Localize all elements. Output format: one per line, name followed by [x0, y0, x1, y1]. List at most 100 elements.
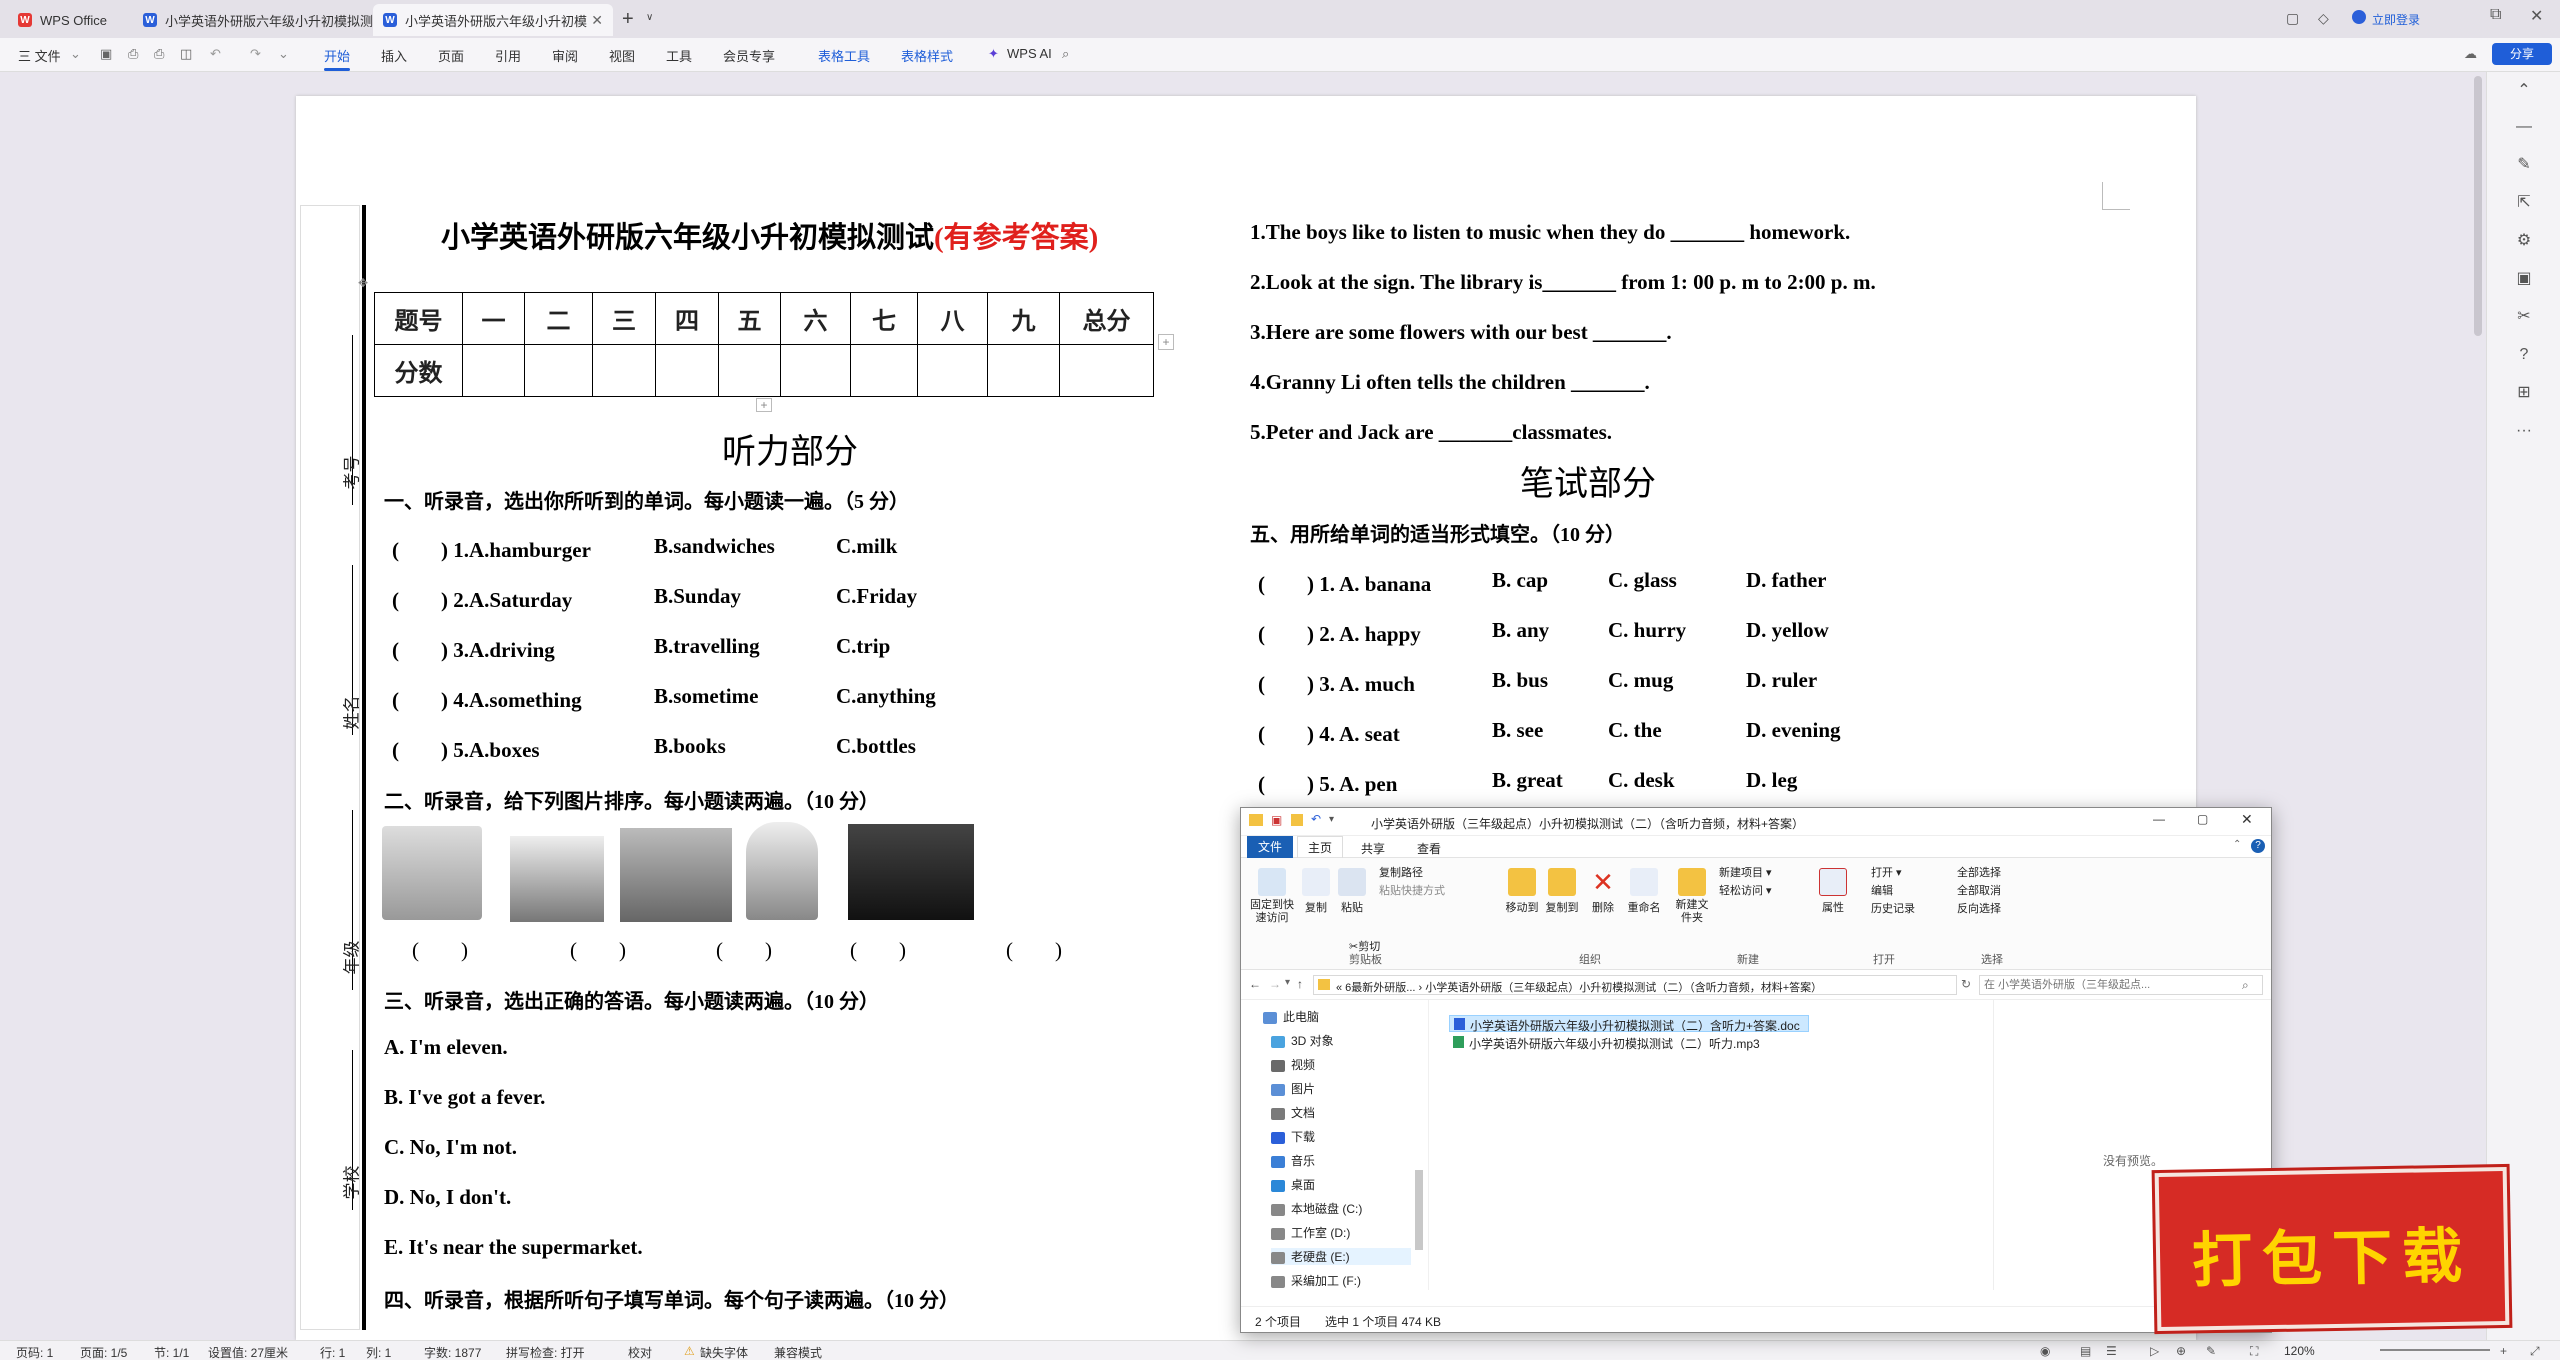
outline-view-icon[interactable]: ☰ — [2106, 1344, 2117, 1358]
move-to-button[interactable]: 移动到 — [1503, 868, 1541, 915]
new-tab-icon[interactable]: + — [622, 8, 634, 31]
select-none-button[interactable]: 全部取消 — [1957, 882, 2001, 898]
table-cell[interactable] — [592, 344, 656, 397]
share-button[interactable]: 分享 — [2492, 43, 2552, 65]
maximize-icon[interactable]: ▢ — [2197, 812, 2208, 826]
history-button[interactable]: 历史记录 — [1871, 900, 1915, 916]
undo-icon[interactable]: ↶ — [210, 46, 221, 62]
help-icon[interactable]: ? — [2515, 346, 2533, 364]
window-icon[interactable]: ▢ — [2286, 10, 2299, 27]
sidebar-item-nav[interactable]: 视频 — [1271, 1056, 1315, 1073]
table-cell[interactable]: 九 — [987, 292, 1060, 345]
status-word-count[interactable]: 字数: 1877 — [424, 1344, 481, 1360]
menu-home[interactable]: 主页 — [1297, 836, 1343, 858]
answer-bracket[interactable]: ( ) — [412, 934, 468, 964]
table-cell[interactable]: 三 — [592, 292, 656, 345]
fit-icon[interactable]: ⛶ — [2250, 1344, 2258, 1359]
close-tab-icon[interactable]: ✕ — [591, 12, 603, 29]
table-cell[interactable] — [917, 344, 988, 397]
delete-button[interactable]: ✕ 删除 — [1587, 868, 1619, 915]
file-row-selected[interactable]: 小学英语外研版六年级小升初模拟测试（二）含听力+答案.doc — [1449, 1015, 1809, 1033]
tab-view[interactable]: 视图 — [609, 46, 635, 65]
copy-button[interactable]: 复制 — [1301, 868, 1331, 915]
vertical-scrollbar[interactable] — [2474, 76, 2482, 336]
table-cell[interactable]: 分数 — [374, 344, 463, 397]
sidebar-item-nav[interactable]: 桌面 — [1271, 1176, 1315, 1193]
paste-button[interactable]: 粘贴 — [1337, 868, 1367, 915]
sidebar-item-nav[interactable]: 老硬盘 (E:) — [1271, 1248, 1411, 1265]
chevron-down-icon[interactable]: ⌄ — [278, 46, 289, 62]
select-all-button[interactable]: 全部选择 — [1957, 864, 2001, 880]
table-cell[interactable] — [987, 344, 1060, 397]
table-cell[interactable]: 题号 — [374, 292, 463, 345]
zoom-level[interactable]: 120% — [2284, 1344, 2315, 1358]
zoom-slider[interactable] — [2380, 1349, 2490, 1351]
wps-ai-button[interactable]: WPS AI — [1007, 46, 1052, 61]
quick-access-icon[interactable]: ▣ — [1271, 813, 1282, 827]
close-icon[interactable]: ✕ — [2241, 811, 2253, 828]
table-move-icon[interactable]: ✥ — [358, 276, 368, 290]
edit-button[interactable]: 编辑 — [1871, 882, 1893, 898]
sidebar-item-nav[interactable]: 3D 对象 — [1271, 1032, 1334, 1049]
search-input[interactable] — [1980, 976, 2230, 994]
table-cell[interactable]: 五 — [718, 292, 781, 345]
chevron-down-icon[interactable]: ▾ — [1285, 977, 1290, 988]
image-icon[interactable]: ▣ — [2515, 270, 2533, 288]
restore-window-icon[interactable]: ⧉ — [2490, 6, 2501, 24]
collapse-icon[interactable]: ⌃ — [2515, 82, 2533, 100]
up-icon[interactable]: ↑ — [1297, 977, 1303, 991]
minimize-icon[interactable]: — — [2153, 812, 2165, 826]
tab-document-1[interactable]: W 小学英语外研版六年级小升初模拟测 — [133, 4, 373, 36]
forward-icon[interactable]: → — [1269, 977, 1281, 991]
pen-icon[interactable]: ✎ — [2515, 156, 2533, 174]
table-cell[interactable]: 七 — [850, 292, 918, 345]
tab-table-tools[interactable]: 表格工具 — [818, 46, 870, 65]
print-icon[interactable]: ⎙ — [154, 46, 164, 62]
answer-bracket[interactable]: ( ) — [1006, 934, 1062, 964]
tab-insert[interactable]: 插入 — [381, 46, 407, 65]
copy-path-button[interactable]: 复制路径 — [1379, 864, 1423, 880]
more-icon[interactable]: ··· — [2515, 422, 2533, 440]
pin-quick-access-button[interactable]: 固定到快速访问 — [1247, 868, 1297, 925]
help-icon[interactable]: ? — [2251, 839, 2265, 853]
table-cell[interactable] — [462, 344, 525, 397]
chevron-down-icon[interactable]: ∨ — [646, 12, 653, 23]
refresh-icon[interactable]: ↻ — [1961, 977, 1971, 991]
tab-table-style[interactable]: 表格样式 — [901, 46, 953, 65]
search-box[interactable]: ⌕ — [1979, 975, 2263, 995]
score-table[interactable]: 题号 一 二 三 四 五 六 七 八 九 总分 分数 — [374, 292, 1154, 397]
answer-bracket[interactable]: ( ) — [850, 934, 906, 964]
answer-bracket[interactable]: ( ) — [570, 934, 626, 964]
select-icon[interactable]: ⇱ — [2515, 194, 2533, 212]
table-cell[interactable] — [1059, 344, 1154, 397]
redo-icon[interactable]: ↷ — [250, 46, 261, 62]
properties-button[interactable]: 属性 — [1817, 868, 1849, 915]
file-row[interactable]: 小学英语外研版六年级小升初模拟测试（二）听力.mp3 — [1449, 1034, 1809, 1051]
play-icon[interactable]: ▷ — [2150, 1344, 2159, 1358]
tab-member[interactable]: 会员专享 — [723, 46, 775, 65]
table-cell[interactable] — [850, 344, 918, 397]
save-icon[interactable]: ▣ — [100, 46, 112, 62]
file-explorer-window[interactable]: ▣ ↶ ▾ 小学英语外研版（三年级起点）小升初模拟测试（二）（含听力音频，材料+… — [1240, 807, 2272, 1333]
close-window-icon[interactable]: ✕ — [2530, 6, 2543, 26]
file-menu[interactable]: 三 文件 — [18, 46, 61, 65]
invert-selection-button[interactable]: 反向选择 — [1957, 900, 2001, 916]
menu-share[interactable]: 共享 — [1361, 840, 1385, 857]
tab-review[interactable]: 审阅 — [552, 46, 578, 65]
table-cell[interactable] — [718, 344, 781, 397]
page-view-icon[interactable]: ▤ — [2080, 1344, 2091, 1358]
status-missing-font[interactable]: 缺失字体 — [700, 1344, 748, 1360]
login-link[interactable]: 立即登录 — [2372, 11, 2420, 28]
minus-icon[interactable]: — — [2515, 118, 2533, 136]
add-column-icon[interactable]: + — [1158, 334, 1174, 350]
new-folder-icon[interactable] — [1291, 814, 1303, 826]
preview-icon[interactable]: ◫ — [180, 46, 192, 62]
undo-icon[interactable]: ↶ — [1311, 812, 1321, 826]
tab-page[interactable]: 页面 — [438, 46, 464, 65]
address-bar[interactable]: « 6最新外研版... › 小学英语外研版（三年级起点）小升初模拟测试（二）（含… — [1313, 975, 1957, 995]
eye-icon[interactable]: ◉ — [2040, 1344, 2050, 1358]
table-cell[interactable]: 一 — [462, 292, 525, 345]
sidebar-item-nav[interactable]: 工作室 (D:) — [1271, 1224, 1350, 1241]
answer-bracket[interactable]: ( ) — [716, 934, 772, 964]
sidebar-item-nav[interactable]: 此电脑 — [1263, 1008, 1319, 1025]
